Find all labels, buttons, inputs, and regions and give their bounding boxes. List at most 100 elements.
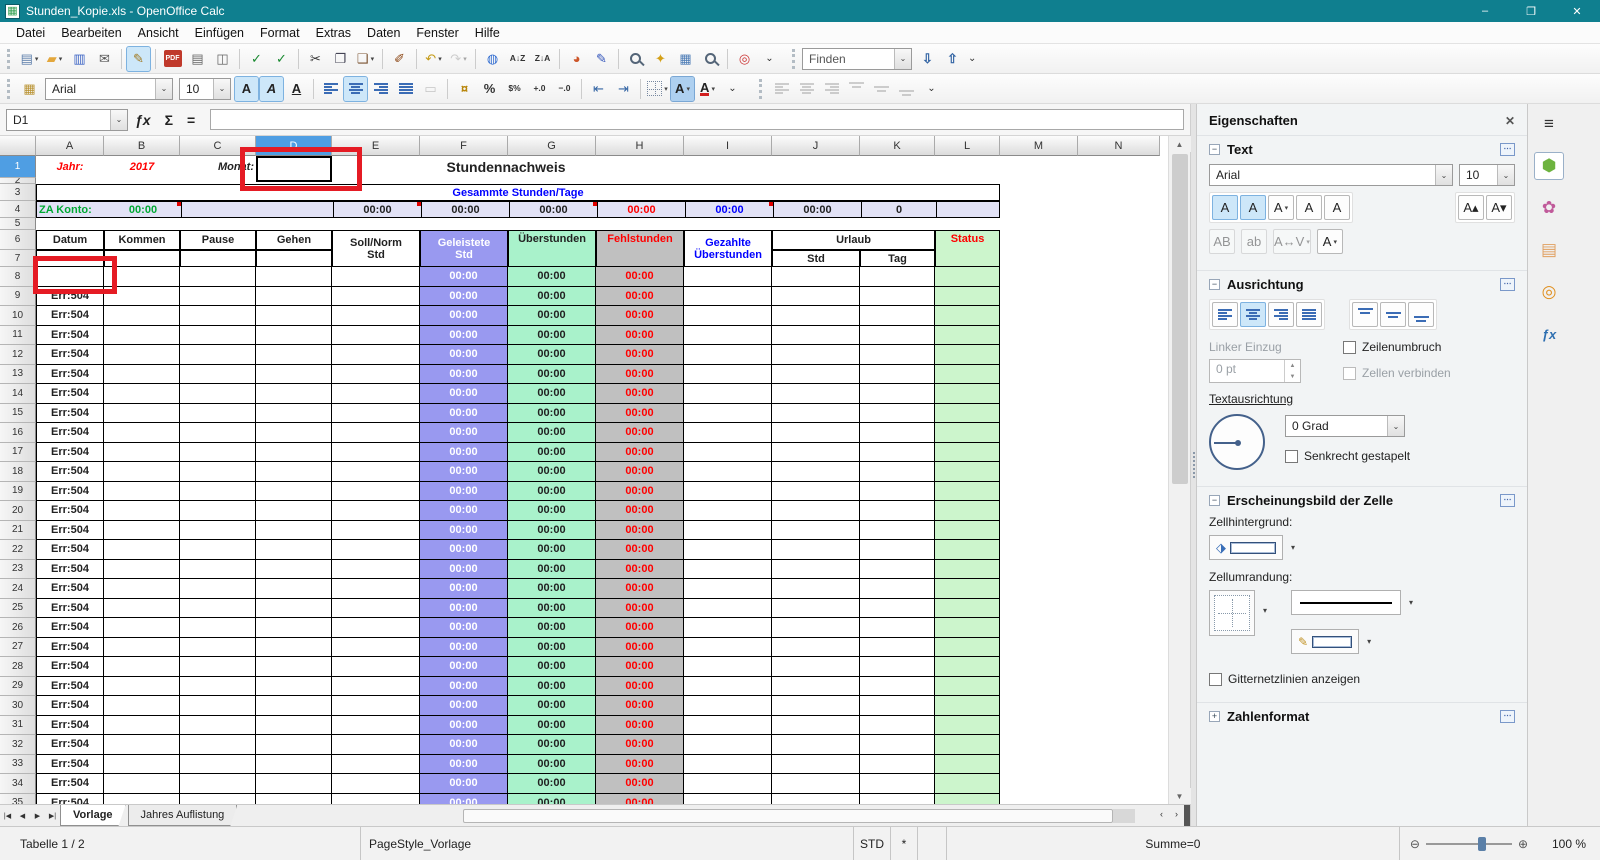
cell-L20[interactable]: [935, 501, 1000, 521]
show-draw-functions-button[interactable]: ✎: [590, 47, 613, 71]
cell-H19[interactable]: 00:00: [596, 482, 684, 502]
zoom-out-icon[interactable]: ⊖: [1410, 837, 1420, 851]
cell-E17[interactable]: [332, 443, 420, 463]
cell-H22[interactable]: 00:00: [596, 540, 684, 560]
cell-F20[interactable]: 00:00: [420, 501, 508, 521]
cell-H33[interactable]: 00:00: [596, 755, 684, 775]
cell-L26[interactable]: [935, 618, 1000, 638]
cell-J9[interactable]: [772, 287, 860, 307]
cell-G23[interactable]: 00:00: [508, 560, 596, 580]
cell-K19[interactable]: [860, 482, 935, 502]
last-sheet-button[interactable]: ▶|: [45, 805, 60, 826]
header-geleistete-std[interactable]: GeleisteteStd: [420, 230, 508, 267]
cell-F29[interactable]: 00:00: [420, 677, 508, 697]
cell-M27[interactable]: [1000, 638, 1078, 658]
menu-item-extras[interactable]: Extras: [308, 24, 359, 42]
left-indent-stepper[interactable]: 0 pt ▲▼: [1209, 359, 1301, 383]
cell-D21[interactable]: [256, 521, 332, 541]
cell-M31[interactable]: [1000, 716, 1078, 736]
align-left-button[interactable]: [319, 77, 342, 101]
cell-H9[interactable]: 00:00: [596, 287, 684, 307]
cell-D17[interactable]: [256, 443, 332, 463]
underline-button[interactable]: A: [285, 77, 308, 101]
cell-E29[interactable]: [332, 677, 420, 697]
wrap-text-checkbox[interactable]: [1343, 341, 1356, 354]
cell-C12[interactable]: [180, 345, 256, 365]
cell-B11[interactable]: [104, 326, 180, 346]
line-color-button[interactable]: ✎: [1291, 629, 1359, 654]
cell-E14[interactable]: [332, 384, 420, 404]
cell-H24[interactable]: 00:00: [596, 579, 684, 599]
standard-toolbar-more-button[interactable]: ⌄: [758, 47, 781, 71]
row-header-26[interactable]: 26: [0, 618, 36, 638]
zoom-slider-thumb[interactable]: [1478, 837, 1486, 851]
cell-B24[interactable]: [104, 579, 180, 599]
cell-H28[interactable]: 00:00: [596, 657, 684, 677]
cell-E12[interactable]: [332, 345, 420, 365]
background-color-button[interactable]: A▾: [671, 77, 694, 101]
tab-properties[interactable]: ⬢: [1534, 152, 1564, 180]
row-header-18[interactable]: 18: [0, 462, 36, 482]
cell-N27[interactable]: [1078, 638, 1160, 658]
vertically-stacked-checkbox[interactable]: [1285, 450, 1298, 463]
formula-button[interactable]: =: [187, 112, 195, 128]
page-preview-button[interactable]: ◫: [211, 47, 234, 71]
sidebar-underline-button-dropdown[interactable]: ▾: [1285, 204, 1289, 212]
cell-M9[interactable]: [1000, 287, 1078, 307]
cell-I29[interactable]: [684, 677, 772, 697]
cell-H26[interactable]: 00:00: [596, 618, 684, 638]
cell-D35[interactable]: [256, 794, 332, 805]
cell-F32[interactable]: 00:00: [420, 735, 508, 755]
cell-C30[interactable]: [180, 696, 256, 716]
cell-M11[interactable]: [1000, 326, 1078, 346]
cell-G34[interactable]: 00:00: [508, 774, 596, 794]
cell-D9[interactable]: [256, 287, 332, 307]
menu-item-einfuegen[interactable]: Einfügen: [187, 24, 252, 42]
cell-C19[interactable]: [180, 482, 256, 502]
row-header-33[interactable]: 33: [0, 755, 36, 775]
sidebar-bold-button[interactable]: A: [1212, 195, 1238, 220]
cell-B15[interactable]: [104, 404, 180, 424]
cell-L33[interactable]: [935, 755, 1000, 775]
cell-L17[interactable]: [935, 443, 1000, 463]
collapse-text-section[interactable]: −: [1209, 144, 1220, 155]
cell-N32[interactable]: [1078, 735, 1160, 755]
cell-L16[interactable]: [935, 423, 1000, 443]
rotation-degrees-select[interactable]: 0 Grad ⌄: [1285, 415, 1405, 437]
name-box[interactable]: D1 ⌄: [6, 109, 128, 131]
cell-G11[interactable]: 00:00: [508, 326, 596, 346]
column-header-B[interactable]: B: [104, 136, 180, 156]
cell-E9[interactable]: [332, 287, 420, 307]
formula-input-line[interactable]: [210, 109, 1184, 130]
cell-I25[interactable]: [684, 599, 772, 619]
cell-J33[interactable]: [772, 755, 860, 775]
cell-G10[interactable]: 00:00: [508, 306, 596, 326]
cell-C22[interactable]: [180, 540, 256, 560]
cell-F10[interactable]: 00:00: [420, 306, 508, 326]
cell-D13[interactable]: [256, 365, 332, 385]
cell-K24[interactable]: [860, 579, 935, 599]
cell-H8[interactable]: 00:00: [596, 267, 684, 287]
sum-indicator[interactable]: Summe=0: [947, 837, 1399, 851]
cell-A23[interactable]: Err:504: [36, 560, 104, 580]
cell-G15[interactable]: 00:00: [508, 404, 596, 424]
cell-M24[interactable]: [1000, 579, 1078, 599]
cell-G27[interactable]: 00:00: [508, 638, 596, 658]
cell-J12[interactable]: [772, 345, 860, 365]
row-header-6[interactable]: 6: [0, 230, 36, 250]
cell-B25[interactable]: [104, 599, 180, 619]
cell-A10[interactable]: Err:504: [36, 306, 104, 326]
save-button[interactable]: ▥: [68, 47, 91, 71]
cell-L23[interactable]: [935, 560, 1000, 580]
cell-E30[interactable]: [332, 696, 420, 716]
cell-B28[interactable]: [104, 657, 180, 677]
cell-A20[interactable]: Err:504: [36, 501, 104, 521]
cell-M32[interactable]: [1000, 735, 1078, 755]
cell-J11[interactable]: [772, 326, 860, 346]
cut-button[interactable]: ✂: [304, 47, 327, 71]
sort-descending-button[interactable]: Z↓A: [531, 47, 554, 71]
cell-C20[interactable]: [180, 501, 256, 521]
cell-I15[interactable]: [684, 404, 772, 424]
cell-C25[interactable]: [180, 599, 256, 619]
cell-M14[interactable]: [1000, 384, 1078, 404]
